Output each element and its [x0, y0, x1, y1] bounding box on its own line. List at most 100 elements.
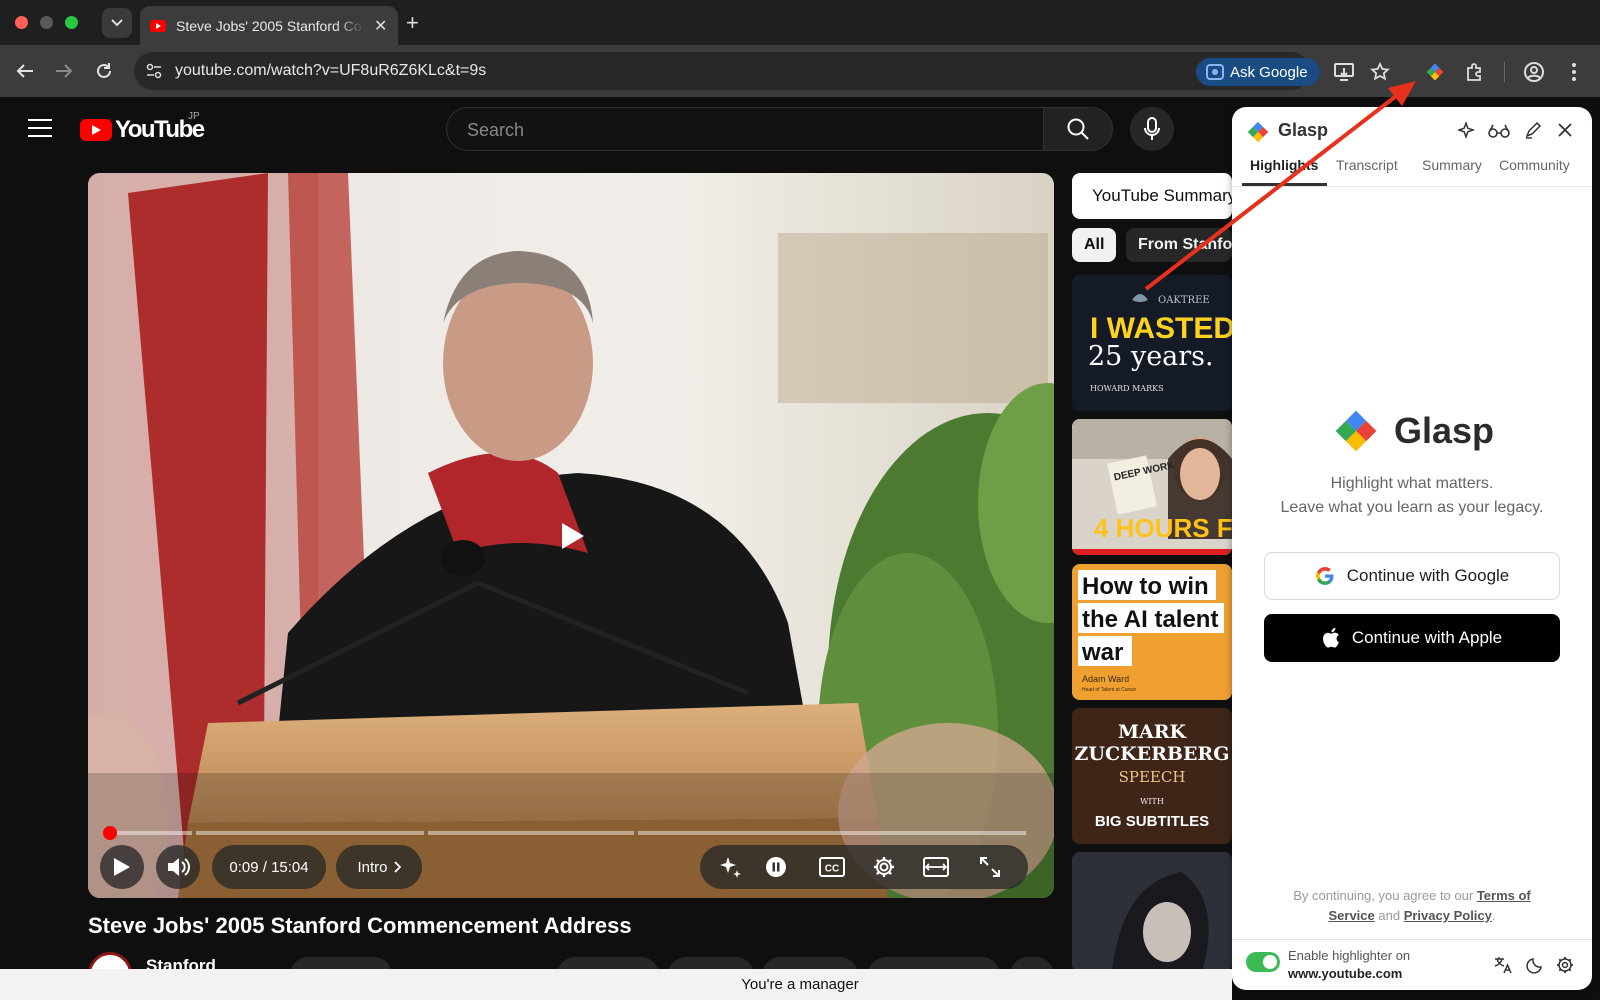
new-tab-button[interactable]: +	[406, 10, 419, 36]
search-placeholder: Search	[467, 120, 525, 140]
apple-icon	[1322, 627, 1339, 648]
play-button[interactable]	[100, 845, 144, 889]
window-close-button[interactable]	[15, 16, 28, 29]
url-text: youtube.com/watch?v=UF8uR6Z6KLc&t=9s	[175, 62, 487, 79]
theater-mode-button[interactable]	[914, 845, 958, 889]
search-icon	[1067, 118, 1089, 140]
search-input[interactable]: Search	[446, 107, 1044, 151]
glasp-brand: Glasp	[1332, 407, 1494, 455]
thumbnail-art: DEEP WORK 4 HOURS F	[1072, 419, 1232, 555]
highlighter-toggle[interactable]	[1246, 952, 1280, 972]
browser-tab-bar: Steve Jobs' 2005 Stanford Commencement A…	[0, 0, 1600, 45]
video-player[interactable]: 0:09 / 15:04 Intro CC	[88, 173, 1054, 898]
time-display: 0:09 / 15:04	[212, 845, 326, 889]
continue-with-google-button[interactable]: Continue with Google	[1264, 552, 1560, 600]
back-button[interactable]	[12, 58, 38, 84]
chapter-button[interactable]: Intro	[336, 845, 422, 889]
browser-toolbar: youtube.com/watch?v=UF8uR6Z6KLc&t=9s	[0, 45, 1600, 97]
bookmark-button[interactable]	[1368, 60, 1392, 84]
thumbnail-art: MARK ZUCKERBERG SPEECH WITH BIG SUBTITLE…	[1072, 708, 1232, 844]
menu-icon[interactable]	[28, 119, 52, 137]
continue-with-apple-button[interactable]: Continue with Apple	[1264, 614, 1560, 662]
glasp-tagline-2: Leave what you learn as your legacy.	[1280, 499, 1544, 516]
tab-transcript[interactable]: Transcript	[1336, 157, 1398, 173]
google-g-icon	[1315, 567, 1334, 585]
settings-button[interactable]	[862, 845, 906, 889]
chapter-label: Intro	[357, 858, 388, 876]
scrubber-handle[interactable]	[103, 826, 117, 840]
forward-button[interactable]	[51, 58, 77, 84]
ai-sparkle-icon[interactable]	[1458, 122, 1476, 140]
tab-highlights[interactable]: Highlights	[1250, 157, 1318, 173]
video-thumbnail[interactable]: MARK ZUCKERBERG SPEECH WITH BIG SUBTITLE…	[1072, 708, 1232, 844]
chapter-segment	[428, 831, 634, 835]
close-icon[interactable]	[1558, 123, 1572, 137]
status-toast: You're a manager	[0, 969, 1232, 1000]
thumb-line2: the AI talent	[1082, 606, 1218, 633]
thumb-role: Head of Talent at Cursor	[1082, 687, 1136, 693]
window-zoom-button[interactable]	[65, 16, 78, 29]
play-icon	[114, 858, 130, 876]
toggle-label: Enable highlighter on	[1288, 948, 1411, 963]
youtube-summary-card[interactable]: YouTube Summary	[1072, 173, 1232, 219]
glasp-logo-icon	[1426, 63, 1444, 81]
ask-google-button[interactable]: Ask Google	[1196, 58, 1320, 86]
captions-button[interactable]: CC	[810, 845, 854, 889]
ask-ai-button[interactable]	[708, 845, 752, 889]
chapter-segment	[196, 831, 424, 835]
glasp-header: Glasp Highlights Transcript Summary Comm…	[1232, 107, 1592, 187]
chip-from-stanford[interactable]: From Stanford	[1126, 228, 1232, 262]
svg-text:CC: CC	[825, 864, 839, 875]
arrow-right-icon	[56, 64, 73, 78]
youtube-logo[interactable]: YouTube	[80, 116, 205, 144]
chip-all[interactable]: All	[1072, 228, 1117, 262]
theater-icon	[923, 857, 949, 877]
moon-icon[interactable]	[1526, 956, 1544, 974]
legal-suffix: .	[1491, 908, 1496, 923]
volume-button[interactable]	[156, 845, 200, 889]
glasses-icon[interactable]	[1488, 123, 1510, 139]
video-thumbnail[interactable]: DEEP WORK 4 HOURS F	[1072, 419, 1232, 555]
toolbar-divider	[1504, 62, 1505, 82]
tab-search-button[interactable]	[102, 8, 132, 38]
tab-close-icon[interactable]: ✕	[374, 16, 387, 36]
browser-menu-button[interactable]	[1562, 60, 1586, 84]
chevron-right-icon	[393, 861, 401, 873]
translate-icon[interactable]	[1494, 956, 1512, 974]
privacy-link[interactable]: Privacy Policy	[1404, 908, 1492, 923]
profile-button[interactable]	[1522, 60, 1546, 84]
glasp-title: Glasp	[1278, 120, 1329, 140]
chevron-down-icon	[111, 19, 123, 27]
gear-icon[interactable]	[1556, 956, 1574, 974]
time-text: 0:09 / 15:04	[229, 858, 309, 876]
video-thumbnail[interactable]: How to win the AI talent war Adam Ward H…	[1072, 564, 1232, 700]
glasp-extension-button[interactable]	[1423, 60, 1447, 84]
search-button[interactable]	[1043, 107, 1113, 151]
account-circle-icon	[1524, 62, 1544, 82]
chapter-segment	[638, 831, 1026, 835]
site-settings-icon[interactable]	[146, 63, 162, 79]
reload-button[interactable]	[91, 58, 117, 84]
video-thumbnail[interactable]: OAKTREE I WASTED 25 years. HOWARD MARKS	[1072, 275, 1232, 411]
gear-icon	[874, 857, 894, 877]
glasp-logo-icon	[1335, 410, 1377, 452]
video-thumbnail[interactable]	[1072, 852, 1232, 972]
extensions-button[interactable]	[1463, 60, 1487, 84]
progress-bar[interactable]	[110, 831, 1026, 835]
glasp-brand-name: Glasp	[1394, 410, 1495, 451]
address-bar[interactable]: youtube.com/watch?v=UF8uR6Z6KLc&t=9s	[134, 52, 1310, 90]
play-overlay-icon[interactable]	[562, 523, 584, 549]
install-app-button[interactable]	[1332, 60, 1356, 84]
window-minimize-button[interactable]	[40, 16, 53, 29]
thumb-line4: WITH	[1140, 797, 1164, 806]
tab-summary[interactable]: Summary	[1422, 157, 1482, 173]
voice-search-button[interactable]	[1130, 107, 1174, 151]
thumbnail-art: OAKTREE I WASTED 25 years. HOWARD MARKS	[1072, 275, 1232, 411]
browser-tab-active[interactable]: Steve Jobs' 2005 Stanford Commencement A…	[140, 6, 398, 45]
thumb-author: Adam Ward	[1082, 674, 1129, 684]
thumb-line5: BIG SUBTITLES	[1095, 813, 1209, 830]
highlighter-icon[interactable]	[1524, 121, 1542, 139]
autoplay-toggle[interactable]	[756, 845, 796, 889]
fullscreen-button[interactable]	[968, 845, 1012, 889]
tab-community[interactable]: Community	[1499, 157, 1570, 173]
